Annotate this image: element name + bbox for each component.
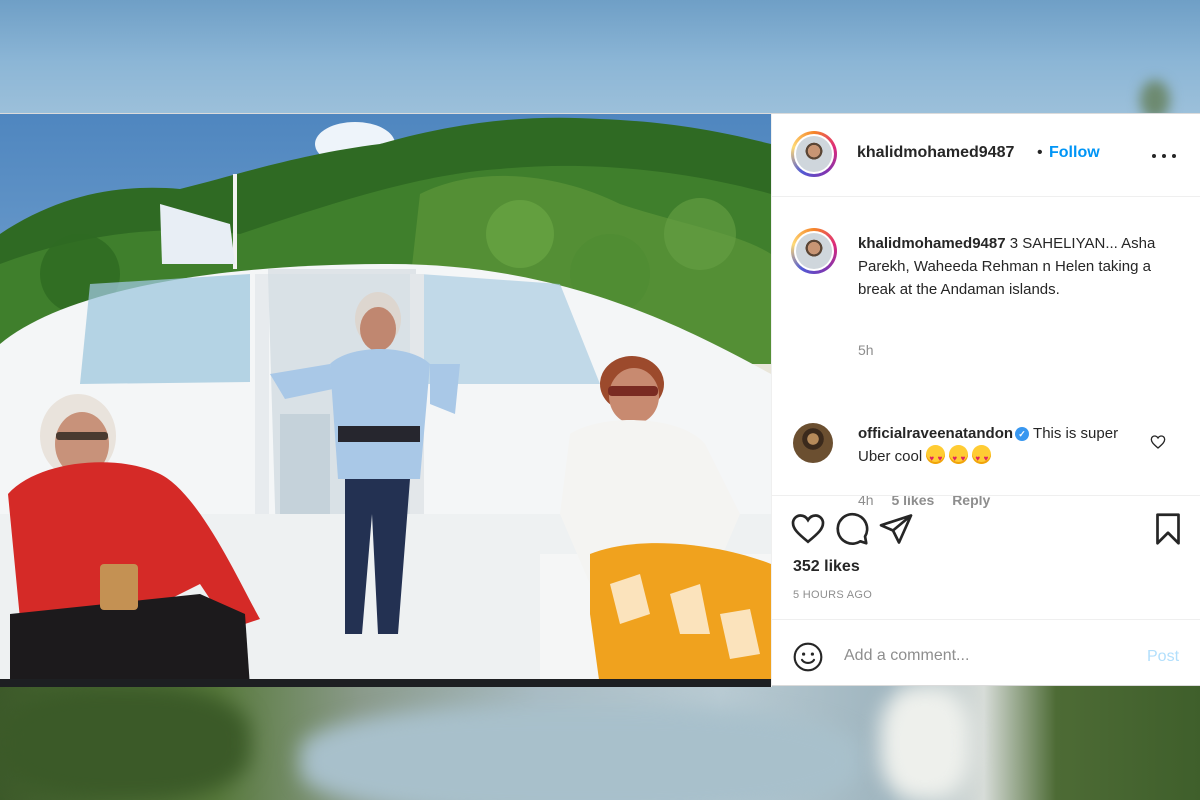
follow-button[interactable]: Follow: [1049, 144, 1100, 162]
likes-count[interactable]: 352 likes: [793, 558, 860, 576]
star-struck-emoji-icon: [972, 445, 992, 470]
author-avatar[interactable]: [791, 131, 837, 177]
share-icon[interactable]: [878, 511, 914, 547]
comment-like-heart-icon[interactable]: [1150, 434, 1166, 450]
heart-icon[interactable]: [790, 511, 826, 547]
background-blurred-photo: [0, 686, 1200, 800]
commenter-username[interactable]: officialraveenatandon: [858, 425, 1013, 442]
post-header: khalidmohamed9487 • Follow: [772, 114, 1200, 197]
post-comment-button[interactable]: Post: [1147, 648, 1179, 666]
caption-timestamp[interactable]: 5h: [858, 342, 874, 358]
add-comment-input[interactable]: [844, 642, 1134, 670]
bookmark-icon[interactable]: [1150, 511, 1186, 547]
post-time-ago[interactable]: 5 HOURS AGO: [793, 589, 872, 601]
background-sky: [0, 0, 1200, 120]
post-actions: 352 likes 5 HOURS AGO: [772, 495, 1200, 619]
add-comment-bar: Post: [772, 619, 1200, 687]
verified-badge-icon: ✓: [1015, 427, 1030, 441]
comment: officialraveenatandon ✓ This is super Uber…: [858, 422, 1148, 470]
caption: khalidmohamed9487 3 SAHELIYAN... Asha Pa…: [858, 232, 1178, 301]
star-struck-emoji-icon: [926, 445, 946, 470]
comment-icon[interactable]: [834, 511, 870, 547]
post-side-panel: khalidmohamed9487 • Follow khalidmohamed…: [771, 114, 1200, 687]
more-options-icon[interactable]: [1150, 152, 1178, 160]
commenter-avatar[interactable]: [793, 423, 833, 463]
star-struck-emoji-icon: [949, 445, 969, 470]
caption-username[interactable]: khalidmohamed9487: [858, 235, 1006, 252]
post-photo[interactable]: [0, 114, 771, 687]
caption-author-avatar[interactable]: [791, 228, 837, 274]
author-username[interactable]: khalidmohamed9487: [857, 144, 1014, 162]
smiley-icon[interactable]: [792, 641, 824, 673]
header-separator: •: [1037, 144, 1043, 161]
instagram-post-card: khalidmohamed9487 • Follow khalidmohamed…: [0, 113, 1200, 687]
